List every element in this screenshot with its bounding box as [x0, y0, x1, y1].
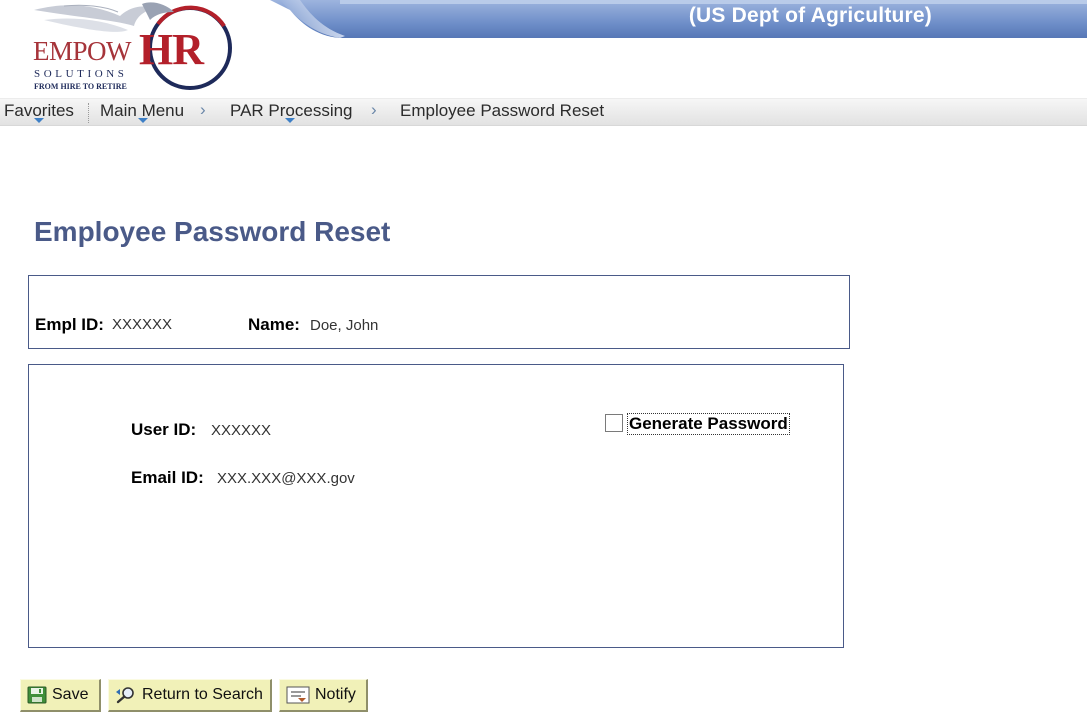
logo-solutions-text: SOLUTIONS [34, 68, 128, 80]
favorites-caret-down-icon[interactable] [34, 118, 44, 123]
save-button-label: Save [52, 686, 89, 703]
employee-info-box: Empl ID: XXXXXX Name: Doe, John [28, 275, 850, 349]
notify-button[interactable]: Notify [279, 679, 368, 712]
logo-empow-text: EMPOW [33, 36, 132, 66]
chevron-right-icon: › [200, 100, 206, 119]
notify-note-icon [286, 686, 310, 704]
return-to-search-label: Return to Search [142, 686, 263, 703]
generate-password-checkbox[interactable] [605, 414, 623, 432]
name-label: Name: [248, 315, 300, 334]
logo-tagline-text: FROM HIRE TO RETIRE [34, 82, 127, 91]
empl-id-label: Empl ID: [35, 315, 104, 334]
user-id-label: User ID: [131, 420, 197, 439]
empowhr-logo: EMPOW HR SOLUTIONS FROM HIRE TO RETIRE [24, 2, 244, 96]
empl-id-value: XXXXXX [112, 316, 173, 333]
user-id-value: XXXXXX [211, 422, 272, 439]
main-menu-caret-down-icon[interactable] [138, 118, 148, 123]
page-title: Employee Password Reset [34, 216, 391, 247]
password-reset-box: User ID: XXXXXX Email ID: XXX.XXX@XXX.go… [28, 364, 844, 648]
chevron-right-icon: › [371, 100, 377, 119]
org-title: (US Dept of Agriculture) [688, 4, 932, 27]
nav-current-page: Employee Password Reset [400, 101, 605, 120]
par-processing-caret-down-icon[interactable] [285, 118, 295, 123]
logo-hr-text: HR [139, 25, 204, 74]
save-button[interactable]: Save [20, 679, 101, 712]
return-to-search-button[interactable]: Return to Search [108, 679, 272, 712]
generate-password-label[interactable]: Generate Password [627, 413, 790, 435]
name-value: Doe, John [310, 317, 379, 334]
notify-button-label: Notify [315, 686, 356, 703]
email-id-value: XXX.XXX@XXX.gov [217, 470, 355, 487]
email-id-label: Email ID: [131, 468, 204, 487]
search-magnifier-icon [116, 687, 134, 704]
breadcrumb: Favorites Main Menu › PAR Processing › E… [0, 98, 1087, 126]
floppy-disk-icon [27, 686, 47, 704]
nav-separator [88, 103, 89, 123]
page: (US Dept of Agriculture) EMPOW HR SOLUTI… [0, 0, 1087, 721]
header-banner: (US Dept of Agriculture) EMPOW HR SOLUTI… [0, 0, 1087, 98]
